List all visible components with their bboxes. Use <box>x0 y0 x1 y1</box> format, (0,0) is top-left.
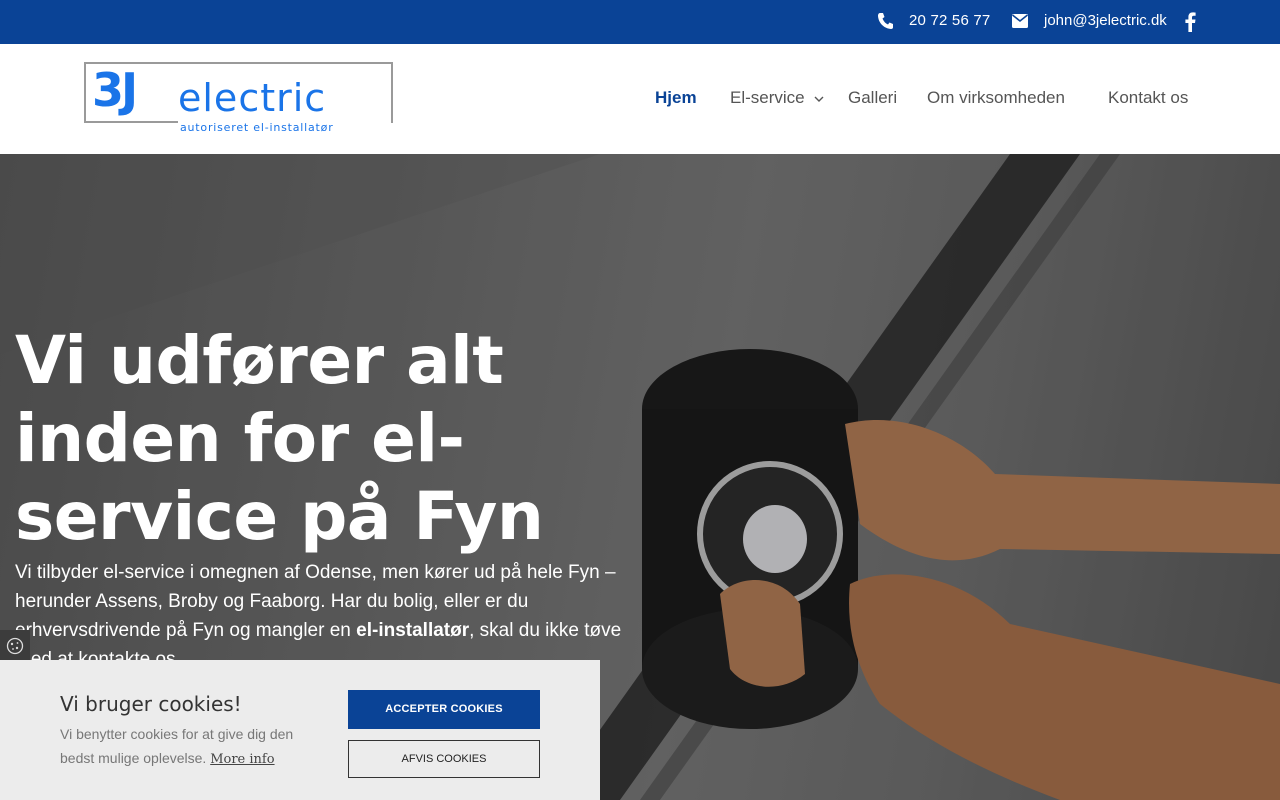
nav-item-kontakt-os[interactable]: Kontakt os <box>1108 88 1188 108</box>
chevron-down-icon[interactable] <box>814 95 824 103</box>
email-link[interactable]: john@3jelectric.dk <box>1044 12 1167 29</box>
cookie-settings-toggle[interactable] <box>0 630 30 660</box>
cookie-consent-banner: Vi bruger cookies! Vi benytter cookies f… <box>0 660 600 800</box>
svg-text:3J: 3J <box>92 63 135 117</box>
mail-icon <box>1012 14 1028 28</box>
decline-cookies-button[interactable]: AFVIS COOKIES <box>348 740 540 778</box>
hero-description: Vi tilbyder el-service i omegnen af Oden… <box>15 562 622 670</box>
site-header: 3J electric autoriseret el-installatør H… <box>0 44 1280 154</box>
svg-text:autoriseret el-installatør: autoriseret el-installatør <box>180 121 334 134</box>
nav-item-om-virksomheden[interactable]: Om virksomheden <box>927 88 1065 108</box>
nav-item-galleri[interactable]: Galleri <box>848 88 897 108</box>
accept-cookies-button[interactable]: ACCEPTER COOKIES <box>348 690 540 729</box>
phone-icon <box>878 13 893 29</box>
cookie-icon <box>6 637 24 655</box>
hero-title: Vi udfører alt inden for el-service på F… <box>15 322 544 555</box>
top-contact-bar: 20 72 56 77 john@3jelectric.dk <box>0 0 1280 44</box>
phone-number-link[interactable]: 20 72 56 77 <box>909 12 990 29</box>
company-logo[interactable]: 3J electric autoriseret el-installatør <box>84 62 394 135</box>
nav-item-el-service[interactable]: El-service <box>730 88 805 108</box>
cookie-more-info-link[interactable]: More info <box>210 752 274 767</box>
cookie-title: Vi bruger cookies! <box>60 692 242 716</box>
facebook-icon[interactable] <box>1184 12 1196 32</box>
nav-item-hjem[interactable]: Hjem <box>655 88 697 108</box>
svg-text:electric: electric <box>178 76 326 120</box>
cookie-description: Vi benytter cookies for at give dig den … <box>60 726 294 767</box>
